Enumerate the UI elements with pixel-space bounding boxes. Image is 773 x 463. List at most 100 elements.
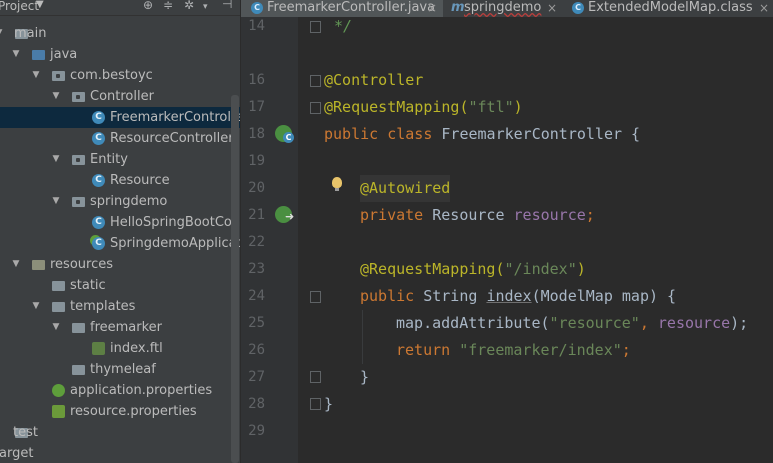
tree-item[interactable]: C FreemarkerController: [0, 107, 240, 128]
keyword: return: [396, 341, 460, 359]
chevron-down-icon[interactable]: ▼: [0, 23, 4, 44]
tab-label: springdemo: [464, 0, 542, 15]
tree-item[interactable]: application.properties: [0, 380, 240, 401]
fold-marker[interactable]: [310, 371, 321, 383]
chevron-down-icon[interactable]: ▼: [31, 296, 41, 317]
comma: ,: [639, 314, 658, 332]
resources-folder-icon: [32, 260, 45, 270]
tree-item-label: Controller: [90, 89, 154, 104]
code-line-24: public String index(ModelMap map) {: [360, 283, 676, 310]
tab-extended-model-map[interactable]: C ExtendedModelMap.class ×: [565, 0, 773, 17]
code-line-21: private Resource resource;: [360, 202, 595, 229]
fold-marker[interactable]: [310, 291, 321, 303]
tree-item[interactable]: ▼ com.bestoyc: [0, 65, 240, 86]
tree-item-label: test: [13, 425, 38, 440]
tree-item[interactable]: ▼ Controller: [0, 86, 240, 107]
folder-icon: [52, 302, 65, 312]
class-icon: C: [572, 2, 584, 14]
line-number: 14: [248, 18, 265, 34]
chevron-down-icon[interactable]: ▾: [203, 0, 208, 14]
keyword: public: [360, 287, 424, 305]
tree-item[interactable]: ▼ java: [0, 44, 240, 65]
folder-icon: [72, 365, 85, 375]
tree-item[interactable]: C HelloSpringBootControlle: [0, 212, 240, 233]
folder-icon: [52, 281, 65, 291]
tree-item[interactable]: index.ftl: [0, 338, 240, 359]
annotation: @RequestMapping(: [360, 260, 505, 278]
chevron-down-icon[interactable]: ▼: [11, 44, 21, 65]
close-icon[interactable]: ×: [427, 0, 437, 16]
fold-marker[interactable]: [310, 102, 321, 114]
package-icon: [72, 92, 85, 102]
line-number: 21: [248, 207, 265, 223]
code-line-18: public class FreemarkerController {: [324, 121, 640, 148]
tree-item[interactable]: C SpringdemoApplication: [0, 233, 240, 254]
tree-item-label: freemarker: [90, 320, 163, 335]
string-literal: "freemarker/index": [459, 341, 622, 359]
tree-item-label: templates: [70, 299, 136, 314]
semicolon: ;: [585, 206, 595, 224]
collapse-icon[interactable]: ≑: [163, 0, 173, 12]
code-line-17: @RequestMapping("ftl"): [324, 94, 523, 121]
ftl-file-icon: [92, 342, 105, 355]
class-icon: C: [283, 132, 294, 143]
chevron-down-icon[interactable]: ▼: [51, 191, 61, 212]
chevron-down-icon[interactable]: ▼: [51, 86, 61, 107]
code-line-28: }: [324, 395, 334, 413]
code-line-20: @Autowired: [360, 175, 451, 202]
string-literal: "resource": [549, 314, 640, 332]
spring-bean-icon[interactable]: C: [275, 125, 294, 143]
spring-autowire-icon[interactable]: ➜: [275, 206, 294, 223]
locate-icon[interactable]: ⊕: [143, 0, 153, 12]
project-panel-header: Project ▼ ⊕ ≑ ✲ ▾ ⊣: [0, 0, 240, 16]
tree-item[interactable]: resource.properties: [0, 401, 240, 422]
chevron-down-icon[interactable]: ▼: [11, 254, 21, 275]
tree-item-label: com.bestoyc: [70, 68, 153, 83]
tree-item[interactable]: C Resource: [0, 170, 240, 191]
settings-icon[interactable]: ✲: [184, 0, 194, 12]
tree-item[interactable]: ▼ freemarker: [0, 317, 240, 338]
code-line-16: @Controller: [324, 71, 424, 89]
semicolon: ;: [621, 341, 631, 359]
chevron-down-icon[interactable]: ▼: [51, 317, 61, 338]
tree-item-label: java: [50, 47, 78, 62]
fold-marker[interactable]: [310, 21, 321, 33]
line-number: 22: [248, 234, 265, 250]
class-name: FreemarkerController {: [441, 125, 641, 143]
tree-item[interactable]: test: [0, 422, 240, 443]
tree-item[interactable]: ▼ main: [0, 23, 240, 44]
chevron-down-icon[interactable]: ▼: [51, 149, 61, 170]
tree-item[interactable]: ▼ templates: [0, 296, 240, 317]
tree-item[interactable]: ▼ springdemo: [0, 191, 240, 212]
hide-panel-icon[interactable]: ⊣: [222, 0, 232, 11]
maven-icon: m: [451, 0, 465, 15]
closing: );: [730, 314, 749, 332]
tree-item[interactable]: thymeleaf: [0, 359, 240, 380]
tree-item-label: HelloSpringBootControlle: [110, 215, 240, 230]
close-icon[interactable]: ×: [547, 0, 557, 16]
tab-springdemo[interactable]: m springdemo ×: [447, 0, 557, 17]
spring-properties-icon: [52, 384, 65, 397]
tree-item[interactable]: C ResourceController: [0, 128, 240, 149]
fold-marker[interactable]: [310, 75, 321, 87]
tree-item[interactable]: static: [0, 275, 240, 296]
close-icon[interactable]: ×: [759, 0, 769, 16]
tree-item[interactable]: ▼ resources: [0, 254, 240, 275]
lightbulb-icon[interactable]: [332, 177, 342, 191]
fold-marker[interactable]: [310, 398, 321, 410]
class-icon: C: [92, 174, 105, 187]
tree-item-label: Entity: [90, 152, 128, 167]
tree-item[interactable]: arget: [0, 443, 240, 463]
source-folder-icon: [32, 50, 45, 60]
code-line-23: @RequestMapping("/index"): [360, 256, 586, 283]
class-icon: C: [92, 216, 105, 229]
chevron-down-icon[interactable]: ▼: [36, 0, 44, 12]
folder-icon: [72, 323, 85, 333]
spring-class-icon: C: [92, 237, 105, 250]
package-icon: [72, 155, 85, 165]
chevron-down-icon[interactable]: ▼: [31, 65, 41, 86]
project-scrollbar[interactable]: [231, 95, 239, 463]
string-literal: "/index": [504, 260, 577, 278]
tree-item[interactable]: ▼ Entity: [0, 149, 240, 170]
project-panel-title[interactable]: Project: [0, 0, 39, 13]
